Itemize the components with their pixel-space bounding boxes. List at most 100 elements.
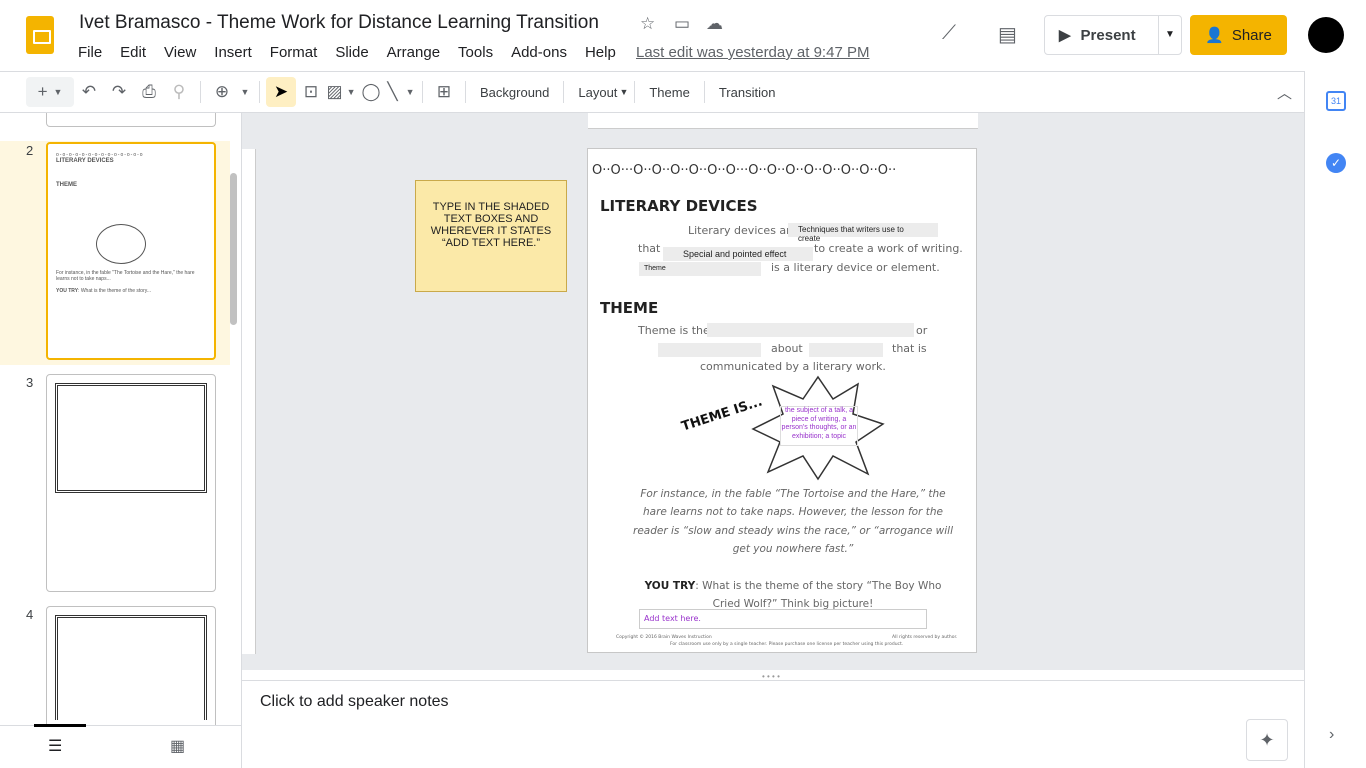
menu-tools[interactable]: Tools [458,44,493,61]
tasks-icon[interactable]: ✓ [1326,153,1346,173]
text-box-icon[interactable]: ⊡ [296,77,326,107]
present-button[interactable]: ▶ Present [1044,15,1159,55]
slide-thumbnail-4[interactable] [46,606,216,725]
layout-button[interactable]: Layout [570,85,625,100]
instruction-sticky-note[interactable]: TYPE IN THE SHADED TEXT BOXES AND WHEREV… [415,180,567,292]
toolbar: + ▼ ↶ ↷ ⎙ ⚲ ⊕ ▼ ➤ ⊡ ▨ ▼ ◯ ╲ ▼ ⊞ Backgrou… [0,71,1304,113]
explore-icon[interactable]: ✦ [1246,719,1288,761]
answer-text-box[interactable]: Add text here. [639,609,927,629]
menu-addons[interactable]: Add-ons [511,44,567,61]
license-text: For classroom use only by a single teach… [670,642,904,647]
expand-panel-icon[interactable]: › [1329,726,1334,744]
shape-icon[interactable]: ◯ [356,77,386,107]
grid-view-icon[interactable]: ▦ [170,736,185,756]
move-folder-icon[interactable]: ▭ [674,14,690,34]
filmstrip-scrollbar[interactable] [230,173,237,325]
heading-literary-devices: LITERARY DEVICES [600,197,758,215]
paint-format-icon[interactable]: ⚲ [164,77,194,107]
calendar-icon[interactable]: 31 [1326,91,1346,111]
speaker-notes[interactable]: Click to add speaker notes ✦ [242,680,1304,768]
answer-box[interactable]: Special and pointed effect [663,247,813,261]
line-icon[interactable]: ╲ ▼ [386,77,416,107]
horizontal-ruler [588,113,978,129]
transition-button[interactable]: Transition [711,85,784,100]
collapse-toolbar-icon[interactable]: ︿ [1277,82,1292,103]
layout-dropdown-icon: ▼ [619,87,629,97]
image-icon[interactable]: ▨ ▼ [326,77,356,107]
comments-icon[interactable]: ▤ [998,22,1017,47]
present-dropdown[interactable]: ▼ [1158,15,1182,55]
you-try-question: : What is the theme of the story “The Bo… [695,580,942,610]
answer-box[interactable] [658,343,761,357]
filmstrip: 2 o-o-o-o-o-o-o-o-o-o-o-o-o-o LITERARY DE… [0,113,242,725]
filmstrip-view-icon[interactable]: ☰ [48,736,62,756]
heading-theme: THEME [600,299,659,317]
select-tool-icon[interactable]: ➤ [266,77,296,107]
text: that is [892,342,927,355]
slide-thumbnail-2[interactable]: o-o-o-o-o-o-o-o-o-o-o-o-o-o LITERARY DEVI… [46,142,216,360]
circle-chain-border: O··O···O··O··O··O··O··O···O··O··O··O··O·… [592,163,897,178]
divider [422,81,423,103]
divider [703,81,705,103]
slides-logo[interactable] [26,16,54,54]
slide-number: 3 [26,375,34,390]
text: that [638,242,661,255]
definition-text[interactable]: the subject of a talk, a piece of writin… [780,406,858,446]
menu-insert[interactable]: Insert [214,44,252,61]
divider [634,81,636,103]
last-edit-link[interactable]: Last edit was yesterday at 9:47 PM [636,44,869,61]
background-button[interactable]: Background [472,85,557,100]
menu-edit[interactable]: Edit [120,44,146,61]
slide-thumbnail-1[interactable] [46,113,216,127]
vertical-ruler [242,149,256,654]
cloud-status-icon[interactable]: ☁ [706,14,723,34]
view-switcher: ☰ ▦ [0,724,242,768]
text: is a literary device or element. [771,261,940,274]
menu-view[interactable]: View [164,44,196,61]
side-panel: 31 ✓ › [1304,71,1366,768]
copyright-text: Copyright © 2016 Brain Waves Instruction [616,635,712,640]
present-icon: ▶ [1059,27,1071,44]
menu-file[interactable]: File [78,44,102,61]
text: Theme is the [638,324,710,337]
share-button[interactable]: 👤 Share [1190,15,1287,55]
undo-icon[interactable]: ↶ [74,77,104,107]
person-icon: 👤 [1205,27,1224,44]
speaker-notes-placeholder[interactable]: Click to add speaker notes [260,693,449,711]
document-title[interactable]: Ivet Bramasco - Theme Work for Distance … [79,12,599,34]
text: communicated by a literary work. [700,360,886,373]
account-avatar[interactable] [1308,17,1344,53]
menu-bar: File Edit View Insert Format Slide Arran… [78,44,634,61]
menu-format[interactable]: Format [270,44,318,61]
star-icon[interactable]: ☆ [640,14,655,34]
rights-text: All rights reserved by author. [892,635,958,640]
text: to create a work of writing. [814,242,963,255]
divider [200,81,201,103]
answer-box[interactable]: Techniques that writers use to create [788,223,938,243]
zoom-dropdown[interactable]: ▼ [237,77,253,107]
menu-slide[interactable]: Slide [335,44,368,61]
you-try-label: YOU TRY [644,580,696,592]
menu-arrange[interactable]: Arrange [387,44,440,61]
you-try-line: YOU TRY: What is the theme of the story … [638,577,948,613]
divider [465,81,466,103]
theme-button[interactable]: Theme [641,85,697,100]
divider [259,81,260,103]
active-view-indicator [34,724,86,727]
print-icon[interactable]: ⎙ [134,77,164,107]
slide-number: 2 [26,143,34,158]
present-label: Present [1080,26,1136,44]
activity-trend-icon[interactable]: ⟋ [942,22,956,45]
slide-thumbnail-3[interactable] [46,374,216,592]
text: Literary devices are [688,224,798,237]
answer-box[interactable] [707,323,914,337]
share-label: Share [1231,26,1272,44]
answer-box[interactable] [809,343,883,357]
zoom-icon[interactable]: ⊕ [207,77,237,107]
answer-box[interactable]: Theme [639,262,761,276]
comment-add-icon[interactable]: ⊞ [429,77,459,107]
new-slide-button[interactable]: + ▼ [26,77,74,107]
slide-canvas[interactable]: O··O···O··O··O··O··O··O···O··O··O··O··O·… [587,148,977,653]
redo-icon[interactable]: ↷ [104,77,134,107]
menu-help[interactable]: Help [585,44,616,61]
